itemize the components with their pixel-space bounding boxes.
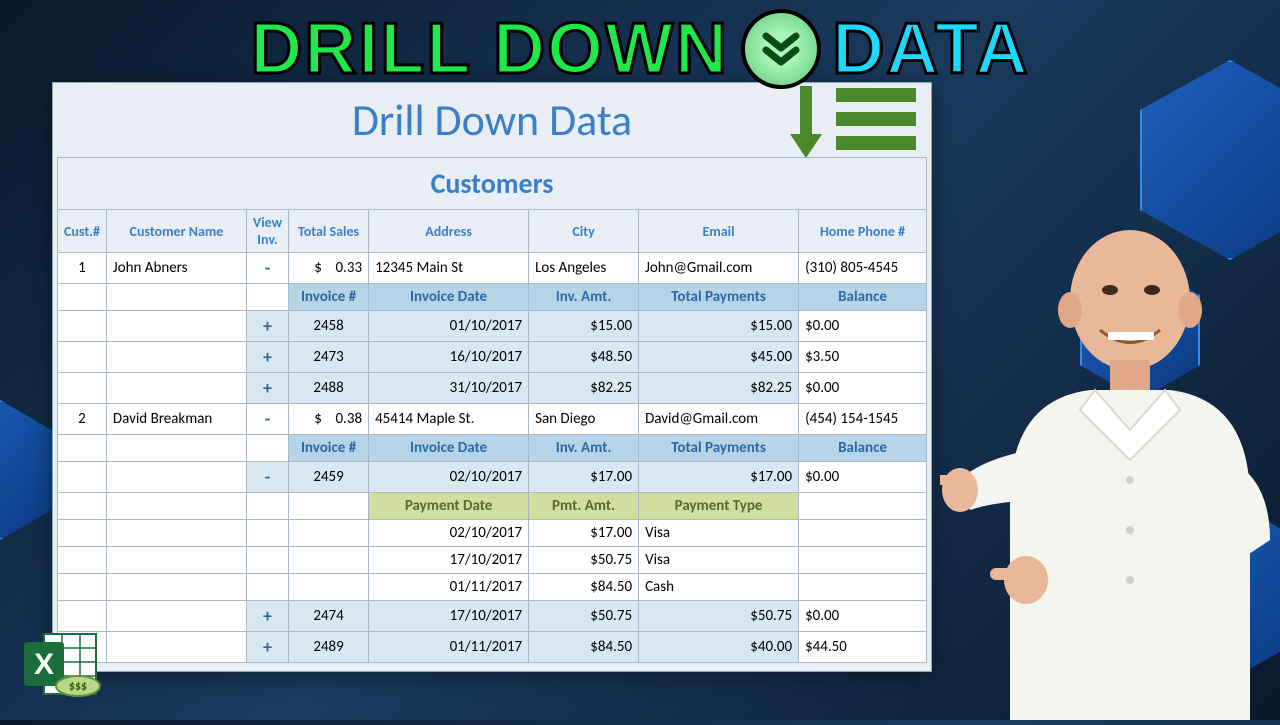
customer-row: 2 David Breakman - $ 0.38 45414 Maple St… xyxy=(58,404,927,435)
customers-table: Customers Cust.# Customer Name View Inv.… xyxy=(57,157,927,663)
chevron-down-icon xyxy=(741,9,821,89)
title-word-1: DRILL DOWN xyxy=(250,8,729,90)
invoice-row: + 2458 01/10/2017 $15.00 $15.00 $0.00 xyxy=(58,311,927,342)
svg-text:$$$: $$$ xyxy=(69,680,87,694)
payment-row: 17/10/2017 $50.75 Visa xyxy=(58,547,927,574)
invoice-header: Invoice # Invoice Date Inv. Amt. Total P… xyxy=(58,284,927,311)
invoice-row: - 2459 02/10/2017 $17.00 $17.00 $0.00 xyxy=(58,462,927,493)
expand-toggle[interactable]: + xyxy=(246,601,288,632)
expand-toggle[interactable]: + xyxy=(246,342,288,373)
collapse-toggle[interactable]: - xyxy=(246,462,288,493)
presenter-image xyxy=(940,200,1280,720)
expand-toggle[interactable]: + xyxy=(246,632,288,663)
collapse-toggle[interactable]: - xyxy=(246,253,288,284)
title-word-2: DATA xyxy=(832,8,1029,90)
customer-row: 1 John Abners - $ 0.33 12345 Main St Los… xyxy=(58,253,927,284)
svg-text:X: X xyxy=(34,648,54,681)
payment-header: Payment Date Pmt. Amt. Payment Type xyxy=(58,493,927,520)
invoice-row: + 2474 17/10/2017 $50.75 $50.75 $0.00 xyxy=(58,601,927,632)
payment-row: 02/10/2017 $17.00 Visa xyxy=(58,520,927,547)
collapse-toggle[interactable]: - xyxy=(246,404,288,435)
payment-row: 01/11/2017 $84.50 Cash xyxy=(58,574,927,601)
invoice-row: + 2473 16/10/2017 $48.50 $45.00 $3.50 xyxy=(58,342,927,373)
invoice-row: + 2488 31/10/2017 $82.25 $82.25 $0.00 xyxy=(58,373,927,404)
list-arrow-icon xyxy=(780,86,920,171)
excel-icon: X $$$ xyxy=(22,628,102,700)
expand-toggle[interactable]: + xyxy=(246,311,288,342)
invoice-row: + 2489 01/11/2017 $84.50 $40.00 $44.50 xyxy=(58,632,927,663)
video-title: DRILL DOWN DATA xyxy=(0,8,1280,90)
expand-toggle[interactable]: + xyxy=(246,373,288,404)
invoice-header: Invoice # Invoice Date Inv. Amt. Total P… xyxy=(58,435,927,462)
column-headers: Cust.# Customer Name View Inv. Total Sal… xyxy=(58,210,927,253)
